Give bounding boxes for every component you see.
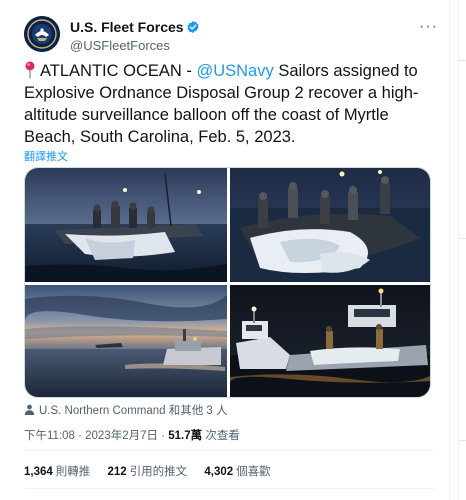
person-icon (24, 404, 35, 415)
tweet-header: U.S. Fleet Forces @USFleetForces ··· (24, 16, 438, 56)
retweets-stat[interactable]: 1,364 則轉推 (24, 463, 90, 479)
retweets-label: 則轉推 (55, 466, 91, 478)
photo-crew-boat-image (25, 168, 227, 282)
tweet-text-part: ATLANTIC OCEAN - (40, 62, 197, 80)
avatar[interactable] (24, 16, 60, 52)
divider (24, 450, 436, 451)
timestamp[interactable]: 下午11:08 · 2023年2月7日 · (24, 430, 168, 442)
tweet-meta: 下午11:08 · 2023年2月7日 · 51.7萬 次查看 (24, 427, 240, 443)
display-name[interactable]: U.S. Fleet Forces (70, 19, 184, 35)
translate-link[interactable]: 翻譯推文 (24, 148, 68, 164)
likes-stat[interactable]: 4,302 個喜歡 (204, 463, 270, 479)
author-block: U.S. Fleet Forces @USFleetForces (70, 18, 200, 53)
quotes-count: 212 (107, 466, 127, 478)
views-label: 次查看 (202, 430, 240, 442)
handle[interactable]: @USFleetForces (70, 38, 200, 53)
quotes-stat[interactable]: 212 引用的推文 (107, 463, 187, 479)
tagged-users[interactable]: U.S. Northern Command 和其他 3 人 (24, 402, 228, 418)
rail-border (458, 0, 459, 500)
media-grid (24, 167, 431, 398)
tagged-label: U.S. Northern Command 和其他 3 人 (39, 405, 228, 417)
round-pushpin-icon (25, 61, 35, 79)
views-count: 51.7萬 (168, 430, 203, 442)
photo-3[interactable] (25, 285, 227, 397)
verified-badge-icon (187, 20, 199, 33)
quotes-label: 引用的推文 (129, 466, 188, 478)
right-rail (450, 0, 466, 500)
navy-seal-icon (24, 16, 60, 52)
photo-4[interactable] (230, 285, 430, 397)
more-options-icon[interactable]: ··· (419, 18, 438, 36)
photo-2[interactable] (230, 168, 430, 282)
photo-1[interactable] (25, 168, 227, 282)
photo-sunset-boat-image (25, 285, 227, 397)
mention-link[interactable]: @USNavy (196, 62, 273, 80)
rail-divider (458, 440, 466, 441)
rail-divider (458, 60, 466, 61)
engagement-stats: 1,364 則轉推 212 引用的推文 4,302 個喜歡 (24, 463, 285, 479)
tweet-text: ATLANTIC OCEAN - @USNavy Sailors assigne… (24, 60, 436, 148)
retweets-count: 1,364 (24, 466, 53, 478)
likes-count: 4,302 (204, 466, 234, 478)
divider (24, 488, 436, 489)
photo-balloon-recovery-image (230, 168, 430, 282)
photo-night-boat-image (230, 285, 430, 397)
rail-divider (458, 238, 466, 239)
likes-label: 個喜歡 (236, 466, 271, 478)
